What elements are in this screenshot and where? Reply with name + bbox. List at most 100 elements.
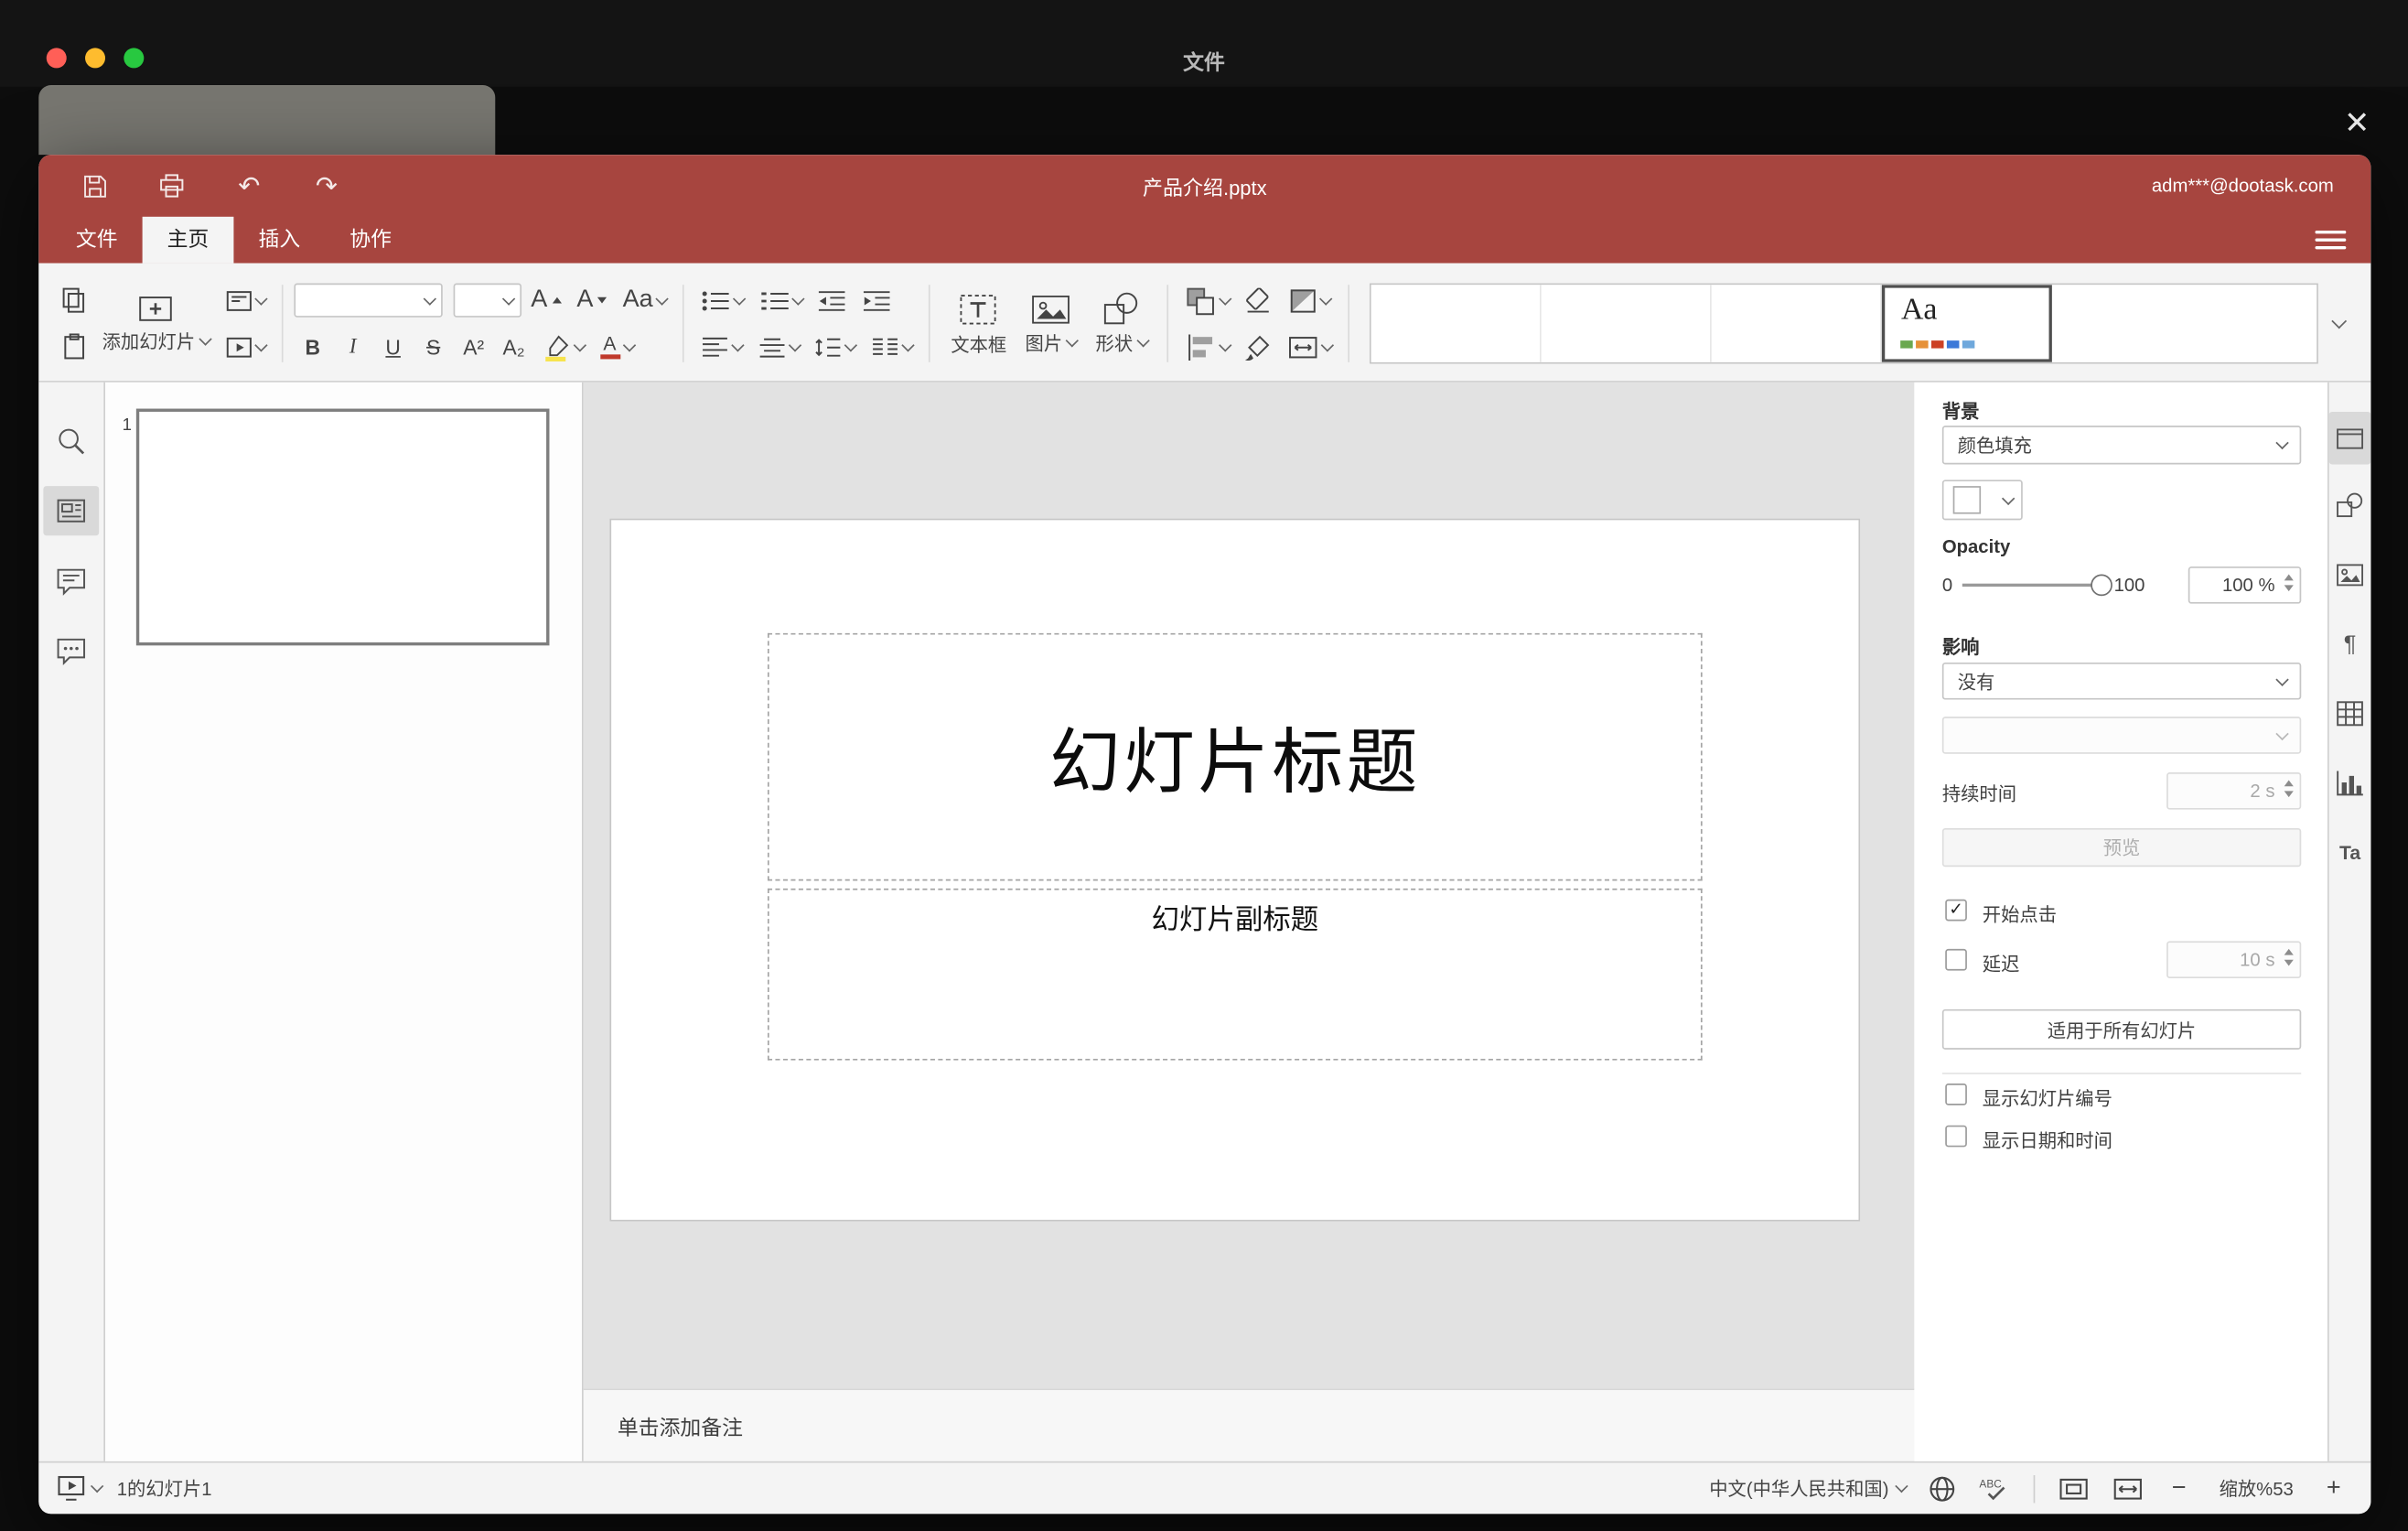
delay-checkbox[interactable] xyxy=(1945,948,1967,971)
bold-button[interactable]: B xyxy=(294,329,331,366)
show-date-time-checkbox[interactable] xyxy=(1945,1125,1967,1148)
search-button[interactable] xyxy=(43,412,99,470)
change-case-button[interactable]: Aa xyxy=(617,280,672,320)
superscript-button[interactable]: A² xyxy=(455,329,492,366)
delay-input[interactable]: 10 s xyxy=(2166,941,2302,979)
decrease-indent-button[interactable] xyxy=(812,280,854,320)
show-slide-number-label: 显示幻灯片编号 xyxy=(1982,1088,2112,1110)
theme-cell-selected[interactable]: Aa xyxy=(1882,285,2053,362)
duration-input[interactable]: 2 s xyxy=(2166,772,2302,810)
zoom-out-button[interactable]: − xyxy=(2166,1474,2191,1502)
copy-button[interactable] xyxy=(54,280,92,320)
decrease-font-button[interactable]: A xyxy=(571,280,614,320)
subtitle-placeholder[interactable]: 幻灯片副标题 xyxy=(767,888,1703,1061)
shape-settings-button[interactable] xyxy=(2329,475,2371,534)
slides-panel-button[interactable] xyxy=(43,486,100,536)
theme-color-swatch xyxy=(1916,340,1930,349)
apply-to-all-slides-button[interactable]: 适用于所有幻灯片 xyxy=(1941,1008,2302,1050)
spellcheck-button[interactable]: ABC xyxy=(1979,1474,2010,1502)
bullets-button[interactable] xyxy=(695,280,750,320)
start-slideshow-button[interactable] xyxy=(219,327,271,367)
preview-button[interactable]: 预览 xyxy=(1941,827,2302,868)
language-selector[interactable]: 中文(中华人民共和国) xyxy=(1709,1475,1908,1502)
background-fill-select[interactable]: 颜色填充 xyxy=(1941,426,2302,465)
slide-counter: 1的幻灯片1 xyxy=(116,1478,212,1501)
subscript-button[interactable]: A₂ xyxy=(495,329,532,366)
theme-cell[interactable] xyxy=(1542,285,1713,362)
opacity-slider-track[interactable] xyxy=(1962,583,2099,588)
opacity-input[interactable]: 100 % xyxy=(2188,566,2302,604)
slide-canvas[interactable]: 幻灯片标题 幻灯片副标题 xyxy=(609,518,1861,1222)
effect-type-select[interactable] xyxy=(1941,717,2302,754)
title-placeholder[interactable]: 幻灯片标题 xyxy=(767,632,1703,881)
theme-cell[interactable] xyxy=(1712,285,1883,362)
table-settings-button[interactable] xyxy=(2329,685,2371,743)
numbering-button[interactable] xyxy=(754,280,809,320)
paragraph-settings-button[interactable]: ¶ xyxy=(2329,615,2371,674)
paste-button[interactable] xyxy=(54,327,92,367)
tab-collaboration[interactable]: 协作 xyxy=(325,217,416,264)
font-color-button[interactable]: A xyxy=(594,327,640,367)
vertical-align-button[interactable] xyxy=(752,327,805,367)
tab-home[interactable]: 主页 xyxy=(142,216,234,264)
chart-settings-button[interactable] xyxy=(2329,754,2371,813)
theme-cell[interactable] xyxy=(1371,285,1543,362)
close-icon[interactable]: ✕ xyxy=(2334,99,2381,146)
spinner-icon[interactable] xyxy=(2284,948,2294,966)
line-spacing-button[interactable] xyxy=(809,327,862,367)
comments-button[interactable] xyxy=(43,551,99,609)
eraser-icon xyxy=(1246,286,1269,312)
copy-style-button[interactable] xyxy=(1236,327,1278,367)
clear-style-button[interactable] xyxy=(1236,280,1279,320)
notes-area[interactable]: 单击添加备注 xyxy=(583,1388,1915,1461)
font-size-combo[interactable] xyxy=(453,283,522,318)
slide-layout-button[interactable] xyxy=(219,280,271,320)
highlight-color-button[interactable] xyxy=(535,327,590,367)
effect-select[interactable]: 没有 xyxy=(1941,662,2302,700)
arrange-shapes-button[interactable] xyxy=(1180,280,1237,320)
strikethrough-button[interactable]: S xyxy=(414,329,452,366)
insert-image-button[interactable]: 图片 xyxy=(1016,278,1086,368)
tab-insert[interactable]: 插入 xyxy=(233,217,325,264)
horizontal-align-button[interactable] xyxy=(695,327,748,367)
fit-width-button[interactable] xyxy=(2112,1476,2144,1501)
textart-settings-button[interactable]: Ta xyxy=(2329,824,2371,882)
start-on-click-checkbox[interactable]: ✓ xyxy=(1945,899,1967,922)
document-language-button[interactable] xyxy=(1929,1474,1956,1502)
theme-cell[interactable] xyxy=(2052,285,2317,362)
font-name-combo[interactable] xyxy=(294,283,443,318)
slide-settings-button[interactable] xyxy=(2328,411,2371,465)
start-slideshow-status-button[interactable] xyxy=(58,1475,103,1502)
fill-color-picker[interactable] xyxy=(1941,480,2023,521)
theme-gallery-expand-button[interactable] xyxy=(2318,284,2359,364)
textbox-icon xyxy=(961,294,997,324)
slide-thumbnail[interactable] xyxy=(135,408,550,646)
theme-preview-text: Aa xyxy=(1900,292,1938,327)
spinner-icon[interactable] xyxy=(2284,780,2294,798)
slide-canvas-area[interactable]: 幻灯片标题 幻灯片副标题 xyxy=(583,382,1915,1389)
paragraph-group xyxy=(695,278,919,368)
insert-textbox-button[interactable]: 文本框 xyxy=(941,278,1016,368)
underline-button[interactable]: U xyxy=(374,329,412,366)
spinner-icon[interactable] xyxy=(2284,574,2294,592)
align-shapes-button[interactable] xyxy=(1180,327,1237,367)
increase-indent-button[interactable] xyxy=(856,280,898,320)
italic-button[interactable]: I xyxy=(334,329,371,366)
delay-label: 延迟 xyxy=(1982,953,2020,976)
color-scheme-button[interactable] xyxy=(1283,280,1336,320)
insert-shape-button[interactable]: 形状 xyxy=(1086,278,1156,368)
add-slide-button[interactable]: 添加幻灯片 xyxy=(92,278,219,368)
image-icon xyxy=(1032,295,1070,323)
tab-file[interactable]: 文件 xyxy=(51,217,143,264)
zoom-in-button[interactable]: + xyxy=(2321,1474,2346,1502)
menu-icon[interactable] xyxy=(2315,228,2347,253)
increase-font-button[interactable]: A xyxy=(524,280,567,320)
image-settings-button[interactable] xyxy=(2329,544,2371,603)
columns-button[interactable] xyxy=(865,327,918,367)
opacity-slider-knob[interactable] xyxy=(2091,574,2112,597)
show-slide-number-checkbox[interactable] xyxy=(1945,1084,1967,1105)
fit-slide-button[interactable] xyxy=(2059,1476,2090,1501)
left-tool-strip xyxy=(38,382,106,1461)
slide-size-button[interactable] xyxy=(1282,327,1338,367)
chat-button[interactable] xyxy=(43,620,99,679)
